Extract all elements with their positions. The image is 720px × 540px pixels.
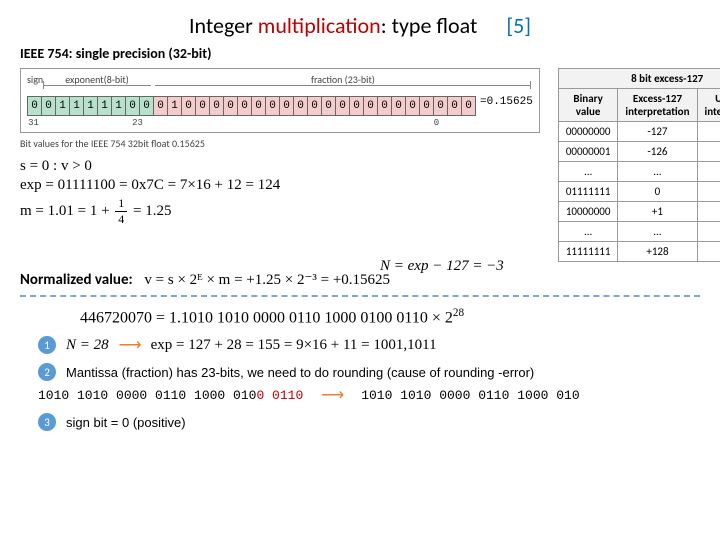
bit-row: 00111110001000000000000000000000 <box>27 96 476 116</box>
bit-frac: 0 <box>336 97 350 115</box>
step-1-N: N = 28 <box>66 337 109 354</box>
step-1-badge: 1 <box>38 336 56 354</box>
bit-frac: 0 <box>350 97 364 115</box>
col-excess: Excess-127 interpretation <box>618 89 697 122</box>
step-3-text: sign bit = 0 (positive) <box>66 415 186 430</box>
arrow-icon: ⟶ <box>321 385 343 405</box>
bit-exp: 1 <box>112 97 126 115</box>
bit-frac: 0 <box>210 97 224 115</box>
arrow-icon: ⟶ <box>119 335 141 355</box>
citation-ref: [5] <box>506 12 531 39</box>
label-sign: sign <box>27 73 41 86</box>
bit-frac: 0 <box>238 97 252 115</box>
math-exp-line: exp = 01111100 = 0x7C = 7×16 + 12 = 124 <box>20 177 540 194</box>
normalized-value-row: Normalized value: v = s × 2ᴱ × m = +1.25… <box>20 270 700 289</box>
step-2-text: Mantissa (fraction) has 23-bits, we need… <box>66 365 534 380</box>
step-2-row: 2 Mantissa (fraction) has 23-bits, we ne… <box>38 363 700 381</box>
table-row: 00000000-1270 <box>558 122 720 142</box>
bit-exp: 1 <box>98 97 112 115</box>
table-row: 00000001-1261 <box>558 142 720 162</box>
bit-frac: 0 <box>448 97 462 115</box>
idx-23: 23 <box>131 118 144 128</box>
bit-exp: 0 <box>126 97 140 115</box>
table-row: 011111110127 <box>558 182 720 202</box>
diagram-caption: Bit values for the IEEE 754 32bit float … <box>20 137 540 150</box>
idx-31: 31 <box>27 118 40 128</box>
diagram-value: =0.15625 <box>480 96 533 108</box>
bit-frac: 0 <box>378 97 392 115</box>
big-equation: 446720070 = 1.1010 1010 0000 0110 1000 0… <box>80 307 700 327</box>
slide-title: Integer multiplication: type float [5] <box>20 12 700 39</box>
label-exponent: exponent(8-bit) <box>41 73 153 86</box>
title-tail: : type float <box>381 12 478 39</box>
col-binary: Binary value <box>558 89 618 122</box>
normalized-label: Normalized value: <box>20 271 133 289</box>
normalized-eq: v = s × 2ᴱ × m = +1.25 × 2⁻³ = +0.15625 <box>144 272 390 288</box>
bit-frac: 0 <box>364 97 378 115</box>
table-row: ……… <box>558 162 720 182</box>
bit-frac: 0 <box>434 97 448 115</box>
bit-frac: 0 <box>252 97 266 115</box>
step-3-badge: 3 <box>38 413 56 431</box>
subtitle: IEEE 754: single precision (32-bit) <box>20 45 700 62</box>
separator-dashed <box>20 295 700 297</box>
bit-exp: 0 <box>140 97 154 115</box>
bit-frac: 0 <box>182 97 196 115</box>
mantissa-rounding-row: 1010 1010 0000 0110 1000 0100 0110 ⟶ 101… <box>38 385 700 405</box>
math-N-line: N = exp − 127 = −3 <box>380 258 504 275</box>
bit-frac: 0 <box>266 97 280 115</box>
math-mantissa-line: m = 1.01 = 1 + 14 = 1.25 <box>20 196 540 227</box>
bit-exp: 1 <box>84 97 98 115</box>
bit-frac: 0 <box>420 97 434 115</box>
label-fraction: fraction (23-bit) <box>153 73 533 86</box>
bit-frac: 0 <box>224 97 238 115</box>
bit-exp: 1 <box>70 97 84 115</box>
step-1-row: 1 N = 28 ⟶ exp = 127 + 28 = 155 = 9×16 +… <box>38 335 700 355</box>
bit-index-row: 31 23 0 <box>27 118 533 128</box>
table-row: ……… <box>558 222 720 242</box>
table-row: 10000000+1128 <box>558 202 720 222</box>
bit-frac: 0 <box>406 97 420 115</box>
title-word-multiplication: multiplication <box>258 12 381 39</box>
bit-frac: 0 <box>154 97 168 115</box>
ieee754-diagram: sign exponent(8-bit) fraction (23-bit) 0… <box>20 68 540 229</box>
table-row: 11111111+128255 <box>558 242 720 262</box>
bit-frac: 0 <box>280 97 294 115</box>
bit-frac: 0 <box>294 97 308 115</box>
derivation-math: s = 0 : v > 0 exp = 01111100 = 0x7C = 7×… <box>20 158 540 227</box>
math-sign-line: s = 0 : v > 0 <box>20 158 540 175</box>
bit-exp: 1 <box>56 97 70 115</box>
idx-0: 0 <box>430 118 443 128</box>
step-1-exp: exp = 127 + 28 = 155 = 9×16 + 11 = 1001,… <box>151 337 437 354</box>
bit-exp: 0 <box>42 97 56 115</box>
bit-frac: 0 <box>308 97 322 115</box>
step-3-row: 3 sign bit = 0 (positive) <box>38 413 700 431</box>
table-caption: 8 bit excess-127 <box>558 68 720 88</box>
bit-frac: 1 <box>168 97 182 115</box>
bit-frac: 0 <box>322 97 336 115</box>
bit-frac: 0 <box>462 97 475 115</box>
mantissa-before: 1010 1010 0000 0110 1000 0100 0110 <box>38 388 303 403</box>
bit-frac: 0 <box>196 97 210 115</box>
step-2-badge: 2 <box>38 363 56 381</box>
bit-sign: 0 <box>28 97 42 115</box>
mantissa-after: 1010 1010 0000 0110 1000 010 <box>361 388 579 403</box>
title-word-integer: Integer <box>189 12 258 39</box>
excess127-table: 8 bit excess-127 Binary value Excess-127… <box>558 68 720 262</box>
col-unsigned: Unsigned interpretation <box>697 89 720 122</box>
bit-frac: 0 <box>392 97 406 115</box>
